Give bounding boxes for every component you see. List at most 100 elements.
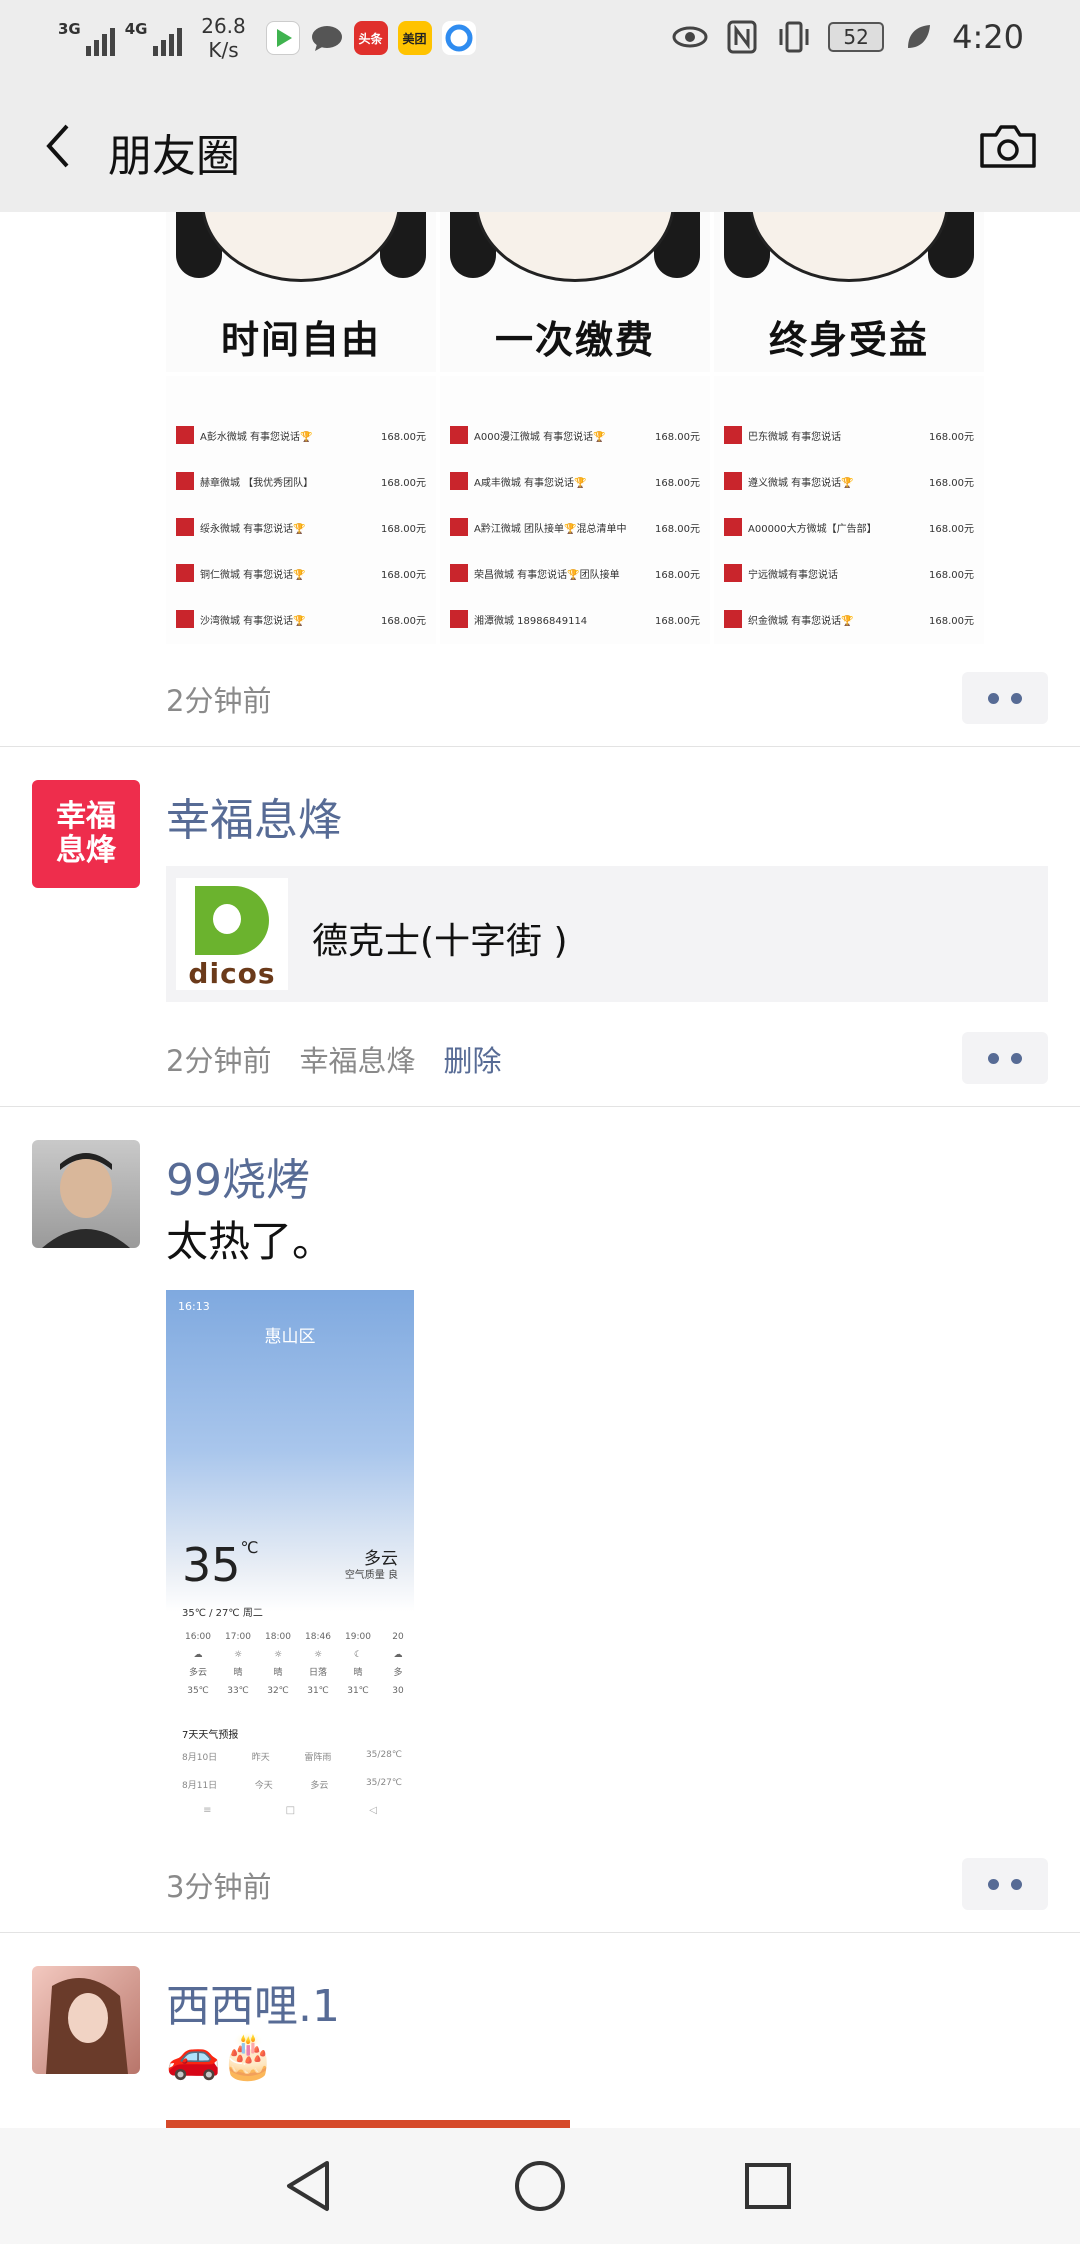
forecast-day: 今天 xyxy=(254,1781,273,1791)
list-item-title: A彭水微城 有事您说话🏆 xyxy=(200,431,313,443)
hour-temp: 31℃ xyxy=(347,1686,369,1696)
camera-button[interactable] xyxy=(976,114,1040,178)
list-item: 遵义微城 有事您说话🏆 168.00元 xyxy=(714,458,984,504)
list-item-price: 168.00元 xyxy=(929,477,974,489)
weather-city: 惠山区 xyxy=(264,1327,316,1347)
list-item: 织金微城 有事您说话🏆 168.00元 xyxy=(714,596,984,642)
back-arrow-icon xyxy=(46,124,69,168)
toutiao-app-icon: 头条 xyxy=(353,21,388,55)
list-item-price: 168.00元 xyxy=(381,431,426,443)
post1-list-image[interactable]: A000漫江微城 有事您说话🏆 168.00元 A咸丰微城 有事您说话🏆 168.0… xyxy=(440,376,710,644)
list-item-price: 168.00元 xyxy=(655,523,700,535)
signal-4g-icon: 4G xyxy=(125,20,182,56)
post2-timestamp: 2分钟前 xyxy=(166,1044,272,1078)
post3-text: 太热了。 xyxy=(166,1217,335,1266)
list-item-title: 沙湾微城 有事您说话🏆 xyxy=(200,615,306,627)
post4-image[interactable] xyxy=(166,2120,570,2128)
post1-image[interactable]: 终身受益 xyxy=(714,212,984,372)
post1-list-image[interactable]: A彭水微城 有事您说话🏆 168.00元 赫章微城 【我优秀团队】 168.00元 … xyxy=(166,376,436,644)
post3-avatar[interactable] xyxy=(32,1140,140,1248)
forecast-date: 8月10日 xyxy=(182,1753,218,1763)
meituan-app-icon: 美团 xyxy=(397,21,432,55)
square-icon: □ xyxy=(285,1805,296,1816)
forecast-date: 8月11日 xyxy=(182,1781,218,1791)
hour-cond: 多 xyxy=(393,1668,403,1678)
list-item-title: 遵义微城 有事您说话🏆 xyxy=(748,477,854,489)
post-divider xyxy=(0,1106,1080,1107)
list-item: A黔江微城 团队接单🏆混总清单中 168.00元 xyxy=(440,504,710,550)
battery-level: 52 xyxy=(843,25,869,49)
list-item-title: 湘潭微城 18986849114 xyxy=(474,615,588,627)
list-item-price: 168.00元 xyxy=(655,569,700,581)
more-dots-icon xyxy=(988,1052,999,1064)
status-right: 52 4:20 xyxy=(672,18,1024,56)
nav-recent-button[interactable] xyxy=(738,2156,798,2216)
nfc-icon xyxy=(724,19,760,55)
post1-image-row-1: 时间自由 一次缴费 终身受益 xyxy=(166,212,986,372)
list-item: A00000大方微城【广告部】 168.00元 xyxy=(714,504,984,550)
post2-avatar[interactable]: 幸福息烽 xyxy=(32,780,140,888)
list-item-price: 168.00元 xyxy=(381,615,426,627)
back-button[interactable] xyxy=(28,116,88,176)
post1-image[interactable]: 一次缴费 xyxy=(440,212,710,372)
more-dots-icon xyxy=(988,1878,999,1890)
list-item-title: 绥永微城 有事您说话🏆 xyxy=(200,523,306,535)
delete-link[interactable]: 删除 xyxy=(443,1038,501,1080)
list-item-title: 巴东微城 有事您说话 xyxy=(748,431,842,443)
nav-home-button[interactable] xyxy=(510,2156,570,2216)
hour-col: 20 ☁ 多 30 xyxy=(380,1628,414,1700)
list-item-price: 168.00元 xyxy=(655,431,700,443)
more-dots-icon xyxy=(1011,1878,1022,1890)
post1-more-button[interactable] xyxy=(962,672,1048,724)
post4-username[interactable]: 西西哩.1 xyxy=(166,1970,340,2034)
moments-screen: 3G 4G 26.8 K/s 头条 美团 52 4:20 朋友圈 时间自由 一次… xyxy=(0,0,1080,2244)
sun-icon: ☼ xyxy=(233,1650,243,1660)
sun-icon: ☼ xyxy=(273,1650,283,1660)
forecast-cond: 多云 xyxy=(310,1781,329,1791)
post2-shared-link[interactable]: dicos 德克士(十字街 ) xyxy=(166,866,1048,1002)
post3-weather-screenshot[interactable]: 16:13 惠山区 35℃ 多云 空气质量 良 35℃ / 27℃ 周二 16:… xyxy=(166,1290,414,1826)
list-item-title: 赫章微城 【我优秀团队】 xyxy=(200,477,314,489)
battery-icon: 52 xyxy=(828,22,885,52)
hour-time: 19:00 xyxy=(345,1632,371,1642)
power-saving-leaf-icon xyxy=(900,19,936,55)
moments-feed[interactable]: 时间自由 一次缴费 终身受益 A彭水微城 有事您说话🏆 168.00元 赫章微城 … xyxy=(0,212,1080,2128)
signal-3g-icon: 3G xyxy=(58,20,115,56)
hour-time: 20 xyxy=(392,1632,404,1642)
post4-avatar[interactable] xyxy=(32,1966,140,2074)
post1-list-image[interactable]: 巴东微城 有事您说话 168.00元 遵义微城 有事您说话🏆 168.00元 A00… xyxy=(714,376,984,644)
status-bar: 3G 4G 26.8 K/s 头条 美团 52 4:20 xyxy=(0,0,1080,80)
avatar-logo-text: 幸福息烽 xyxy=(56,799,116,868)
list-item-title: A00000大方微城【广告部】 xyxy=(748,523,877,535)
list-item-price: 168.00元 xyxy=(929,431,974,443)
menu-icon: ≡ xyxy=(203,1805,212,1816)
post2-username[interactable]: 幸福息烽 xyxy=(166,784,342,848)
post2-more-button[interactable] xyxy=(962,1032,1048,1084)
system-nav-bar xyxy=(0,2128,1080,2244)
post1-image[interactable]: 时间自由 xyxy=(166,212,436,372)
weather-air-quality: 空气质量 良 xyxy=(344,1570,398,1581)
post2-source[interactable]: 幸福息烽 xyxy=(299,1038,415,1080)
forecast-range: 35/27℃ xyxy=(365,1778,402,1788)
post3-username[interactable]: 99烧烤 xyxy=(166,1144,310,1208)
cloud-icon: ☁ xyxy=(393,1650,403,1660)
hour-col: 19:00 ☾ 晴 31℃ xyxy=(340,1628,376,1700)
nav-back-button[interactable] xyxy=(278,2156,338,2216)
weather-navbar: ≡ □ ◁ xyxy=(166,1805,414,1816)
more-dots-icon xyxy=(1011,1052,1022,1064)
list-item-price: 168.00元 xyxy=(929,523,974,535)
list-item-title: 宁远微城有事您说话 xyxy=(748,569,838,581)
hour-time: 17:00 xyxy=(225,1632,251,1642)
hour-temp: 32℃ xyxy=(267,1686,289,1696)
weather-hourly: 16:00 ☁ 多云 35℃ 17:00 ☼ 晴 33℃ 18:00 ☼ 晴 32℃ 18:46 ☼… xyxy=(180,1628,414,1700)
hour-cond: 晴 xyxy=(233,1668,243,1678)
post3-more-button[interactable] xyxy=(962,1858,1048,1910)
hour-temp: 35℃ xyxy=(187,1686,209,1696)
list-item: 湘潭微城 18986849114 168.00元 xyxy=(440,596,710,642)
more-dots-icon xyxy=(988,692,999,704)
status-left: 3G 4G 26.8 K/s 头条 美团 xyxy=(58,14,476,62)
list-item-title: A咸丰微城 有事您说话🏆 xyxy=(474,477,587,489)
hour-col: 18:00 ☼ 晴 32℃ xyxy=(260,1628,296,1700)
weather-range: 35℃ / 27℃ 周二 xyxy=(182,1608,263,1619)
list-item: 铜仁微城 有事您说话🏆 168.00元 xyxy=(166,550,436,596)
